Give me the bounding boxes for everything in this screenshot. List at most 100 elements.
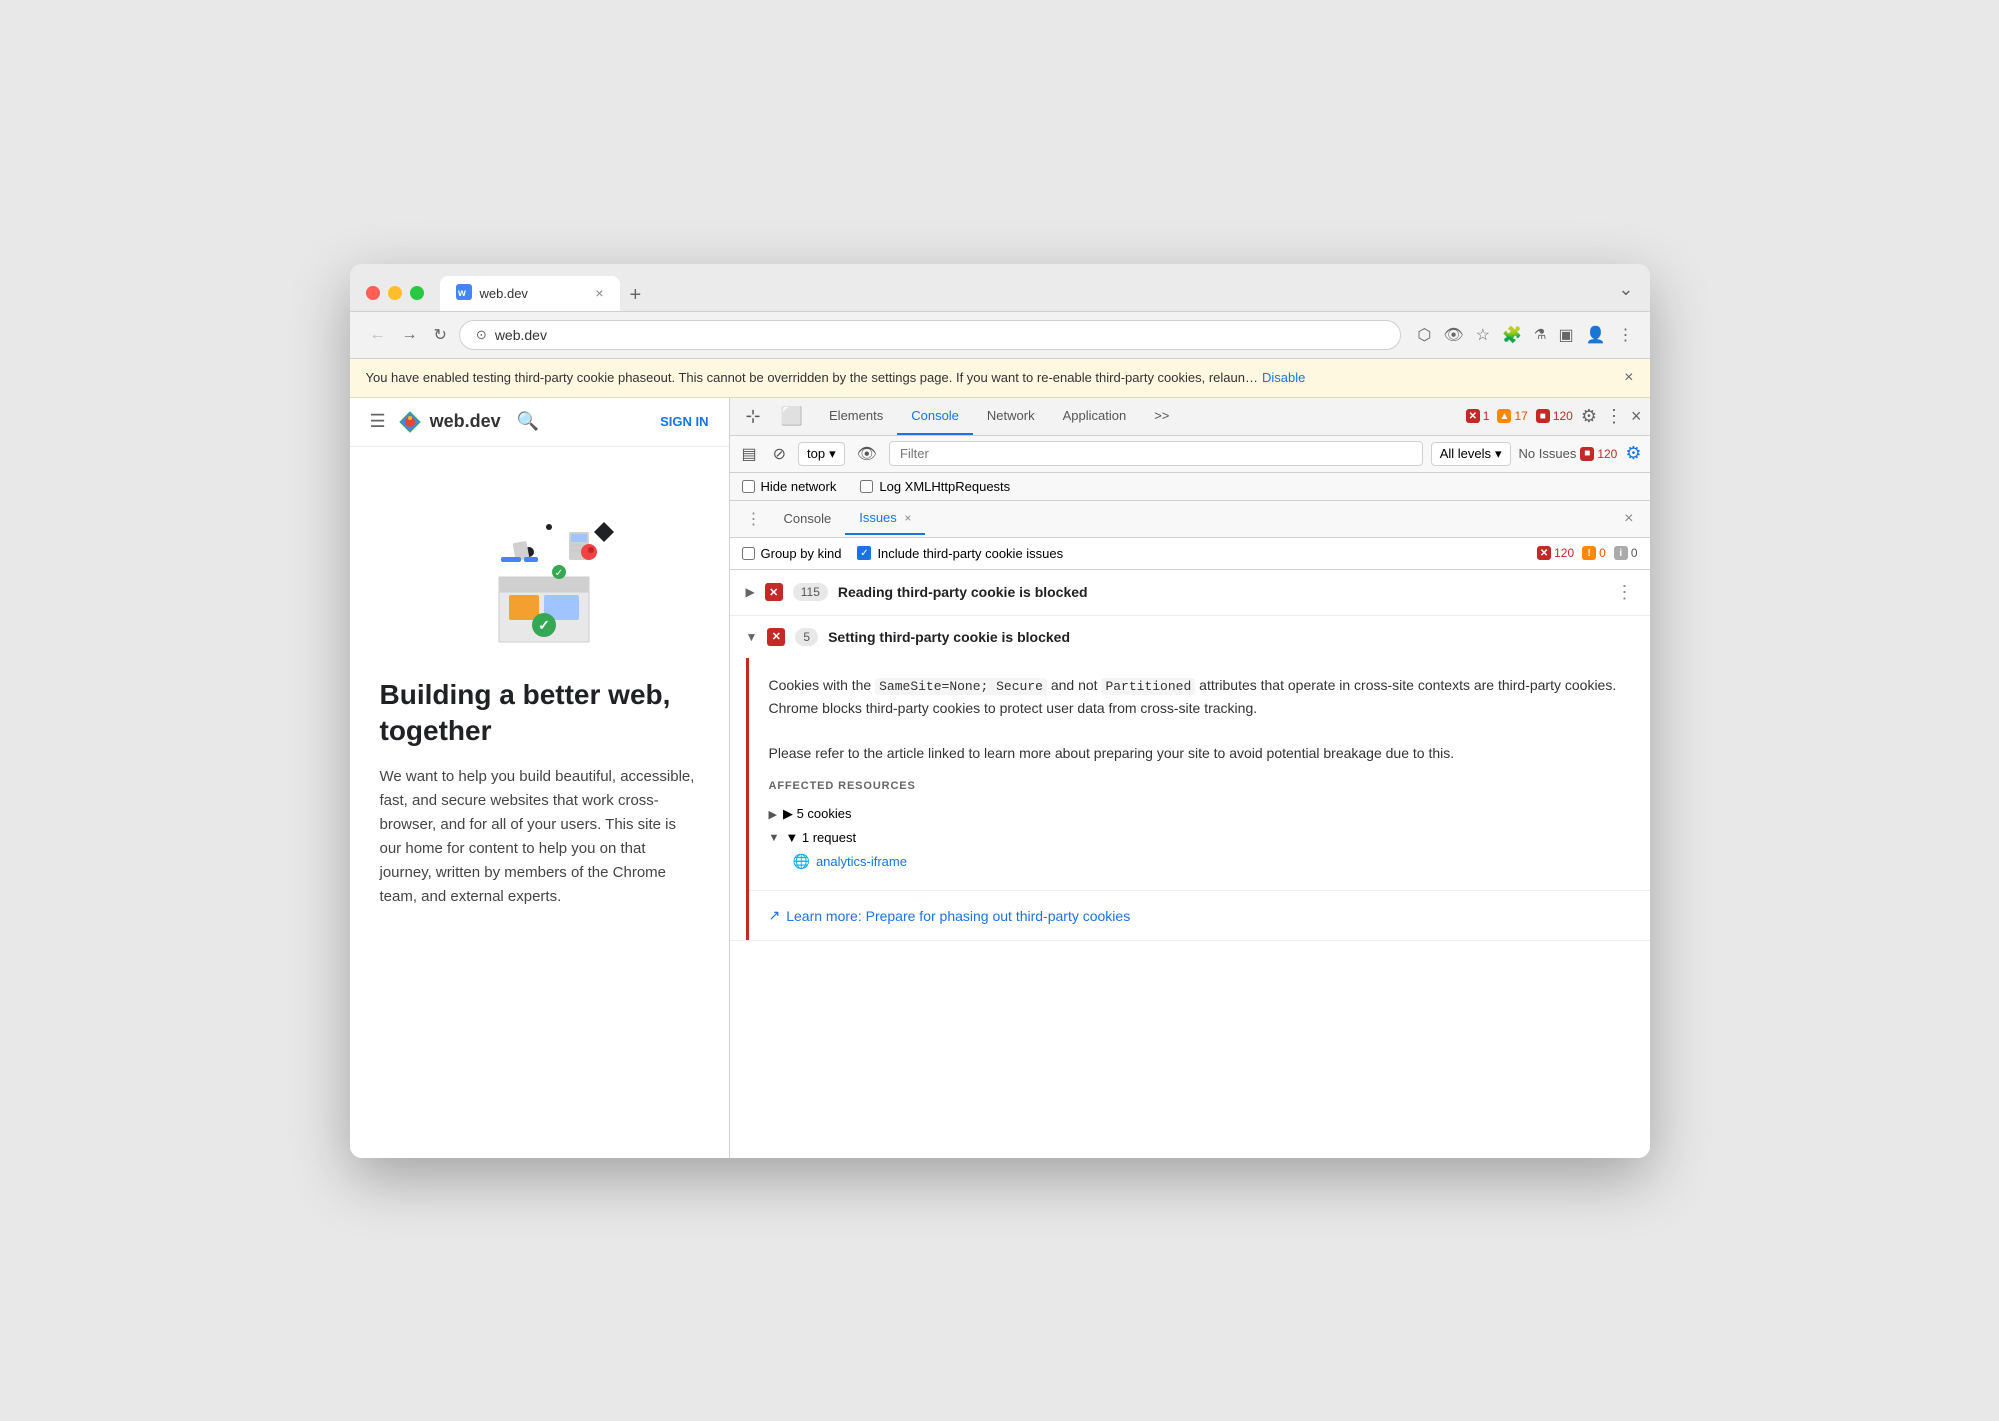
device-toggle-icon[interactable]: ⬜ [773,398,811,435]
info-bar-message: You have enabled testing third-party coo… [366,370,1259,385]
clear-console-icon[interactable]: ⊘ [769,440,790,468]
learn-more-link[interactable]: ↗ Learn more: Prepare for phasing out th… [769,907,1630,924]
no-issues-badge: No Issues ■ 120 [1519,446,1618,461]
site-logo-icon [398,410,422,434]
info-bar-close-button[interactable]: × [1624,369,1633,387]
console-settings-icon[interactable]: ⚙ [1625,443,1641,464]
tab-console-inner[interactable]: Console [770,503,846,534]
site-content: Building a better web, together We want … [350,677,729,930]
issues-warning-icon: ! [1582,546,1596,560]
info-badge[interactable]: ■ 120 [1536,409,1573,423]
issue-row-reading[interactable]: ▶ ✕ 115 Reading third-party cookie is bl… [730,570,1650,616]
issue-more-icon[interactable]: ⋮ [1616,582,1634,603]
filter-input[interactable] [889,441,1423,466]
hide-icon[interactable]: 👁 [1443,325,1463,345]
devtools-tabs: Elements Console Network Application >> [815,398,1183,435]
ar-cookies-expand-icon[interactable]: ▶ [769,808,777,821]
tab-console[interactable]: Console [897,398,973,435]
tab-elements[interactable]: Elements [815,398,897,435]
site-signin-button[interactable]: SIGN IN [660,414,708,429]
cast-icon[interactable]: ⬡ [1417,325,1431,345]
frame-dropdown-icon: ▾ [829,446,836,462]
issues-tab-close-icon[interactable]: × [904,511,911,525]
ar-cookies-item[interactable]: ▶ ▶ 5 cookies [769,802,1630,826]
no-issues-icon: ■ [1580,447,1594,461]
issue-count-setting: 5 [795,628,818,646]
browser-tab[interactable]: w web.dev × [440,276,620,311]
devtools-settings-icon[interactable]: ⚙ [1581,406,1597,427]
star-icon[interactable]: ☆ [1476,325,1490,345]
devtools-badges: ✕ 1 ▲ 17 ■ 120 ⚙ ⋮ × [1466,406,1642,427]
devtools-close-button[interactable]: × [1631,406,1642,427]
site-header: ☰ web.dev 🔍 SIGN IN [350,398,729,447]
profile-icon[interactable]: 👤 [1586,325,1606,345]
reload-button[interactable]: ↻ [430,321,451,349]
learn-more-section: ↗ Learn more: Prepare for phasing out th… [749,890,1650,940]
levels-label: All levels [1440,446,1491,461]
issue-expand-icon[interactable]: ▶ [746,585,755,599]
ar-request-link[interactable]: 🌐 analytics-iframe [769,849,1630,874]
live-expressions-icon[interactable]: 👁 [853,440,881,468]
tab-issues[interactable]: Issues × [845,502,925,535]
log-xhr-checkbox-label[interactable]: Log XMLHttpRequests [860,479,1010,494]
hide-network-checkbox-label[interactable]: Hide network [742,479,837,494]
split-icon[interactable]: ▣ [1558,325,1573,345]
tab-network[interactable]: Network [973,398,1049,435]
devtools-icon[interactable]: ⚗ [1534,326,1547,343]
external-link-icon: ↗ [769,907,781,924]
menu-icon[interactable]: ⋮ [1618,325,1634,345]
issues-error-icon: ✕ [1537,546,1551,560]
issues-error-badge: ✕ 120 [1537,546,1574,560]
tab-bar-end: ⌄ [1618,279,1633,308]
log-xhr-checkbox[interactable] [860,480,873,493]
tab-close-button[interactable]: × [595,285,603,301]
inspect-element-icon[interactable]: ⊹ [738,398,769,435]
hamburger-menu-icon[interactable]: ☰ [370,411,386,432]
site-description: We want to help you build beautiful, acc… [380,765,699,909]
info-bar-link[interactable]: Disable [1262,370,1305,385]
site-logo: web.dev [398,410,501,434]
close-window-button[interactable] [366,286,380,300]
ar-request-link-text: analytics-iframe [816,854,907,869]
forward-button[interactable]: → [398,322,422,348]
devtools-more-icon[interactable]: ⋮ [1605,406,1623,427]
hide-network-bar: Hide network Log XMLHttpRequests [730,473,1650,501]
ar-request-item[interactable]: ▼ ▼ 1 request [769,826,1630,849]
no-issues-label: No Issues [1519,446,1577,461]
issues-toolbar: Group by kind ✓ Include third-party cook… [730,538,1650,570]
address-input[interactable]: ⊙ web.dev [459,320,1401,350]
warning-badge[interactable]: ▲ 17 [1497,409,1527,423]
issue-expanded-setting: Cookies with the SameSite=None; Secure a… [746,658,1650,941]
include-third-party-label[interactable]: ✓ Include third-party cookie issues [857,546,1063,561]
log-xhr-label: Log XMLHttpRequests [879,479,1010,494]
maximize-window-button[interactable] [410,286,424,300]
group-by-kind-checkbox[interactable] [742,547,755,560]
error-badge[interactable]: ✕ 1 [1466,409,1490,423]
ar-request-expand-icon[interactable]: ▼ [769,832,780,844]
tab-application[interactable]: Application [1049,398,1141,435]
new-tab-button[interactable]: + [622,280,650,311]
issue-header-reading: ▶ ✕ 115 Reading third-party cookie is bl… [730,570,1650,615]
issue-title-setting: Setting third-party cookie is blocked [828,629,1633,645]
issue-title-reading: Reading third-party cookie is blocked [838,584,1606,600]
include-third-party-text: Include third-party cookie issues [877,546,1063,561]
inner-tab-menu-icon[interactable]: ⋮ [738,501,770,537]
ar-globe-icon: 🌐 [793,853,810,870]
inner-close-button[interactable]: × [1616,502,1641,536]
svg-text:✓: ✓ [555,568,563,579]
hide-network-label: Hide network [761,479,837,494]
hide-network-checkbox[interactable] [742,480,755,493]
issue-expand-icon-2[interactable]: ▼ [746,630,758,644]
affected-resources: AFFECTED RESOURCES ▶ ▶ 5 cookies ▼ ▼ 1 r… [749,780,1650,890]
levels-dropdown-icon: ▾ [1495,446,1502,462]
minimize-window-button[interactable] [388,286,402,300]
tab-more[interactable]: >> [1140,398,1183,435]
sidebar-toggle-icon[interactable]: ▤ [738,440,761,468]
frame-selector[interactable]: top ▾ [798,442,845,466]
levels-selector[interactable]: All levels ▾ [1431,442,1511,466]
group-by-kind-label[interactable]: Group by kind [742,546,842,561]
back-button[interactable]: ← [366,322,390,348]
issue-header-setting[interactable]: ▼ ✕ 5 Setting third-party cookie is bloc… [730,616,1650,658]
extension-icon[interactable]: 🧩 [1502,325,1522,345]
site-search-icon[interactable]: 🔍 [517,411,539,432]
